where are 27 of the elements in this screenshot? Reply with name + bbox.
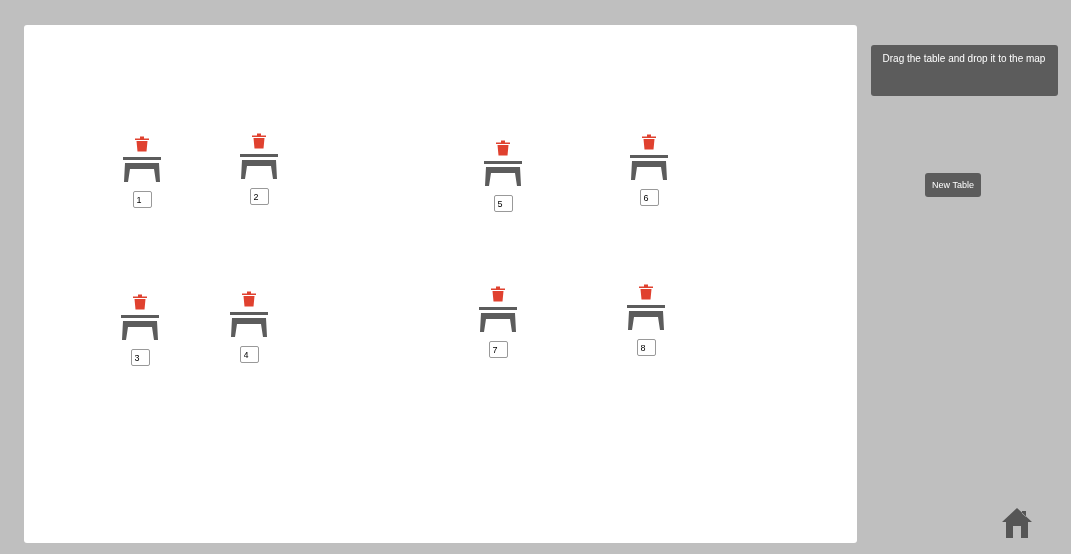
table-icon[interactable]	[230, 312, 268, 340]
table-number-field[interactable]: 4	[239, 346, 259, 363]
home-icon[interactable]	[1001, 507, 1032, 539]
table-number-field[interactable]: 8	[636, 339, 656, 356]
trash-icon[interactable]	[242, 291, 256, 307]
trash-icon[interactable]	[642, 134, 656, 150]
table-icon[interactable]	[484, 161, 522, 189]
table-number-field[interactable]: 6	[639, 189, 659, 206]
new-table-button[interactable]: New Table	[925, 173, 981, 197]
table-number-field[interactable]: 5	[493, 195, 513, 212]
table-icon[interactable]	[123, 157, 161, 185]
table-number-field[interactable]: 1	[132, 191, 152, 208]
trash-icon[interactable]	[496, 140, 510, 156]
trash-icon[interactable]	[135, 136, 149, 152]
table-icon[interactable]	[627, 305, 665, 333]
trash-icon[interactable]	[491, 286, 505, 302]
trash-icon[interactable]	[252, 133, 266, 149]
table-icon[interactable]	[121, 315, 159, 343]
trash-icon[interactable]	[639, 284, 653, 300]
instruction-text: Drag the table and drop it to the map	[882, 53, 1046, 64]
trash-icon[interactable]	[133, 294, 147, 310]
table-icon[interactable]	[630, 155, 668, 183]
table-icon[interactable]	[479, 307, 517, 335]
table-number-field[interactable]: 2	[249, 188, 269, 205]
table-number-field[interactable]: 3	[130, 349, 150, 366]
table-number-field[interactable]: 7	[488, 341, 508, 358]
table-icon[interactable]	[240, 154, 278, 182]
